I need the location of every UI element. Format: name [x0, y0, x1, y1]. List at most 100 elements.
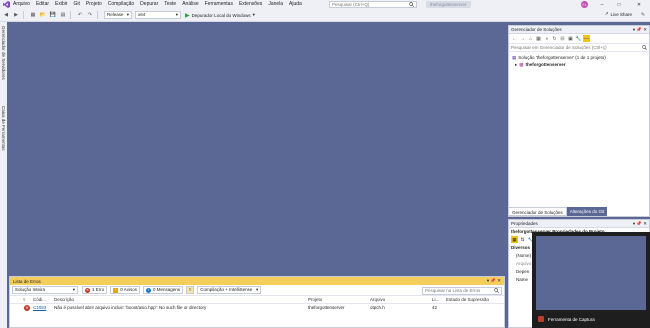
info-icon: i — [145, 287, 151, 293]
menu-editar[interactable]: Editar — [36, 0, 49, 9]
open-file-icon[interactable]: 📂 — [39, 11, 47, 19]
menu-janela[interactable]: Janela — [268, 0, 283, 9]
error-list-header: Lista de Erros ▾ 📌 ✕ — [10, 277, 504, 285]
build-filter-dropdown[interactable]: Compilação + IntelliSense ▾ — [197, 286, 262, 294]
visual-studio-logo-icon — [2, 1, 10, 8]
close-icon[interactable]: ✕ — [643, 27, 647, 32]
panel-controls: ▾ 📌 ✕ — [487, 278, 501, 284]
show-all-files-icon[interactable]: ▣ — [567, 35, 574, 42]
separator — [97, 11, 98, 19]
minimize-icon[interactable]: – — [595, 0, 609, 9]
snipping-tool-label-row: Ferramenta de Captura — [538, 316, 595, 322]
tree-row-solution[interactable]: ▦ Solução 'theforgottenserver' (1 de 1 p… — [509, 54, 649, 61]
column-header-file[interactable]: Arquivo — [370, 296, 430, 304]
dropdown-icon[interactable]: ▾ — [487, 278, 489, 283]
menu-ajuda[interactable]: Ajuda — [289, 0, 302, 9]
dropdown-icon[interactable]: ▾ — [633, 221, 635, 226]
tab-toolbox[interactable]: Caixa de Ferramentas — [0, 106, 7, 151]
close-icon[interactable]: ✕ — [632, 0, 646, 9]
menu-teste[interactable]: Teste — [164, 0, 176, 9]
table-row[interactable]: ✕ C1083 Não é possível abrir arquivo inc… — [10, 304, 504, 312]
tab-git-changes[interactable]: Alterações do Git — [566, 207, 608, 216]
save-all-icon[interactable]: ▤ — [59, 11, 67, 19]
search-icon — [409, 1, 414, 8]
menu-extensoes[interactable]: Extensões — [239, 0, 262, 9]
tree-row-project[interactable]: ▸ ▩ theforgottenserver — [509, 61, 649, 68]
switch-views-icon[interactable]: ▦ — [535, 35, 542, 42]
column-header-suppression-state[interactable]: Estado de Supressão — [446, 296, 506, 304]
errors-filter-button[interactable]: ✕ 1 Erro — [82, 286, 108, 294]
tab-solution-explorer[interactable]: Gerenciador de Soluções — [508, 207, 567, 216]
messages-count-label: 0 Mensagens — [152, 287, 180, 292]
menu-compilacao[interactable]: Compilação — [108, 0, 134, 9]
categorized-icon[interactable]: ▦ — [511, 236, 518, 243]
warnings-count-label: 0 Avisos — [120, 287, 137, 292]
undo-icon[interactable]: ↶ — [76, 11, 84, 19]
error-list-title: Lista de Erros — [13, 278, 41, 284]
configuration-value: Release — [107, 12, 124, 17]
menu-git[interactable]: Git — [74, 0, 80, 9]
menu-analise[interactable]: Análise — [182, 0, 198, 9]
messages-filter-button[interactable]: i 0 Mensagens — [142, 286, 183, 294]
pending-changes-icon[interactable]: ◑ — [543, 35, 550, 42]
menu-ferramentas[interactable]: Ferramentas — [205, 0, 233, 9]
warnings-filter-button[interactable]: ! 0 Avisos — [110, 286, 140, 294]
back-icon[interactable]: ← — [511, 35, 518, 42]
menu-arquivo[interactable]: Arquivo — [13, 0, 30, 9]
chevron-right-icon[interactable]: ▸ — [515, 62, 517, 68]
toolbar: ◀ ▶ ▦ 📂 💾 ▤ ↶ ↷ Release ▾ x64 ▾ ▶ Depura… — [0, 9, 650, 22]
error-list-search-input[interactable]: Pesquisar na Lista de Erros — [422, 287, 502, 295]
column-header-code[interactable]: Códi... — [33, 296, 53, 304]
search-input[interactable]: Pesquisar (Ctrl+Q) — [329, 1, 417, 8]
menu-exibir[interactable]: Exibir — [55, 0, 68, 9]
platform-dropdown[interactable]: x64 ▾ — [135, 11, 181, 19]
live-share-button[interactable]: ↗ Live Share — [605, 11, 632, 17]
error-code-link[interactable]: C1083 — [33, 304, 53, 312]
forward-icon[interactable]: → — [519, 35, 526, 42]
back-icon[interactable]: ◀ — [2, 11, 10, 19]
tab-server-explorer[interactable]: Gerenciador de Servidores — [0, 26, 7, 80]
forward-icon[interactable]: ▶ — [12, 11, 20, 19]
column-header-description[interactable]: Descrição — [54, 296, 254, 304]
home-icon[interactable]: ⌂ — [527, 35, 534, 42]
menu-depurar[interactable]: Depurar — [140, 0, 158, 9]
alphabetical-icon[interactable]: ⇅ — [519, 236, 526, 243]
dropdown-icon[interactable]: ▾ — [633, 27, 635, 32]
run-debugger-button[interactable]: ▶ Depurador Local do Windows ▾ — [185, 12, 255, 19]
user-avatar[interactable]: EL — [581, 1, 588, 8]
solution-search-input[interactable]: Pesquisar em Gerenciador de Soluções (Ct… — [509, 44, 649, 52]
preview-selected-icon[interactable]: — — [583, 35, 590, 42]
configuration-dropdown[interactable]: Release ▾ — [104, 11, 132, 19]
filter-icon[interactable]: ▿ — [185, 286, 195, 294]
close-icon[interactable]: ✕ — [643, 221, 647, 226]
solution-explorer-tabs: Gerenciador de Soluções Alterações do Gi… — [508, 207, 608, 216]
snipping-tool-icon — [538, 316, 544, 322]
live-share-icon: ↗ — [604, 11, 609, 16]
feedback-icon[interactable]: ✎ — [639, 11, 647, 19]
save-icon[interactable]: 💾 — [49, 11, 57, 19]
filter-icon[interactable]: ▿ — [23, 296, 33, 304]
collapse-all-icon[interactable]: ⊟ — [559, 35, 566, 42]
column-header-line[interactable]: Li... — [432, 296, 444, 304]
chevron-down-icon: ▾ — [72, 287, 75, 292]
pin-icon[interactable]: 📌 — [490, 278, 496, 283]
error-icon: ✕ — [24, 305, 30, 311]
pin-icon[interactable]: 📌 — [636, 221, 642, 226]
scope-value: Solução Inteira — [15, 287, 46, 292]
search-placeholder: Pesquisar (Ctrl+Q) — [332, 2, 370, 7]
build-filter-value: Compilação + IntelliSense — [200, 287, 253, 292]
scope-dropdown[interactable]: Solução Inteira ▾ — [12, 286, 78, 294]
redo-icon[interactable]: ↷ — [86, 11, 94, 19]
pin-icon[interactable]: 📌 — [636, 27, 642, 32]
properties-wrench-icon[interactable]: 🔧 — [575, 35, 582, 42]
refresh-icon[interactable]: ↻ — [551, 35, 558, 42]
chevron-down-icon: ▾ — [252, 12, 255, 17]
maximize-icon[interactable]: □ — [612, 0, 626, 9]
solution-icon: ▦ — [512, 54, 517, 60]
project-label: theforgottenserver — [525, 62, 566, 67]
column-header-project[interactable]: Projeto — [308, 296, 368, 304]
snipping-tool-preview-window[interactable]: Ferramenta de Captura — [532, 232, 650, 328]
close-icon[interactable]: ✕ — [497, 278, 501, 283]
new-item-icon[interactable]: ▦ — [29, 11, 37, 19]
menu-projeto[interactable]: Projeto — [86, 0, 102, 9]
